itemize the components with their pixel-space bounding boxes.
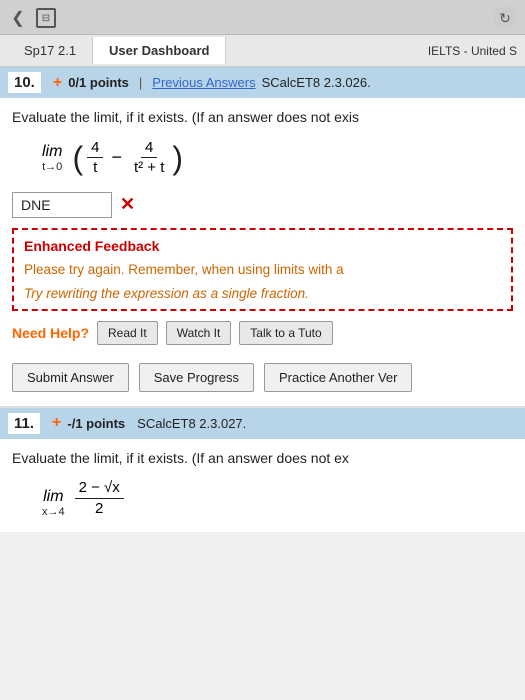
math-expression-11: lim x→4 2 − √x 2 (42, 478, 513, 518)
q11-frac-num: 2 − √x (75, 478, 124, 499)
math-expression-10: lim t→0 ( 4 t − 4 t² + t ) (42, 138, 513, 178)
fraction-1: 4 t (87, 138, 103, 178)
q11-points-info: + -/1 points SCalcET8 2.3.027. (52, 414, 246, 432)
tabs-icon[interactable]: ⊟ (36, 8, 56, 28)
question-11-number: 11. (8, 413, 40, 434)
plus-icon: + (53, 74, 62, 92)
lim-text: lim (42, 143, 62, 161)
q11-lim-notation: lim x→4 (42, 488, 65, 518)
feedback-text: Please try again. Remember, when using l… (24, 260, 501, 280)
tab-dashboard[interactable]: User Dashboard (93, 37, 226, 64)
main-content: 10. + 0/1 points | Previous Answers SCal… (0, 67, 525, 532)
q11-plus-icon: + (52, 414, 61, 432)
q11-frac-den: 2 (91, 499, 107, 519)
q11-points-label: -/1 points (67, 416, 125, 431)
nav-tabs: Sp17 2.1 User Dashboard IELTS - United S (0, 35, 525, 67)
question-10-number: 10. (8, 72, 41, 93)
q11-fraction: 2 − √x 2 (75, 478, 124, 518)
frac2-den: t² + t (130, 158, 168, 178)
talk-to-tutor-button[interactable]: Talk to a Tuto (239, 321, 332, 345)
refresh-icon[interactable]: ↻ (493, 6, 517, 30)
divider: | (139, 75, 142, 90)
feedback-hint: Try rewriting the expression as a single… (24, 286, 501, 301)
browser-chrome: ❮ ⊟ ↻ (0, 0, 525, 35)
submit-answer-button[interactable]: Submit Answer (12, 363, 129, 392)
need-help-label: Need Help? (12, 325, 89, 341)
fraction-2: 4 t² + t (130, 138, 168, 178)
lim-notation: lim t→0 (42, 143, 62, 173)
frac1-den: t (89, 158, 101, 178)
source-ref: SCalcET8 2.3.026. (262, 75, 371, 90)
frac1-num: 4 (87, 138, 103, 159)
question-11-text: Evaluate the limit, if it exists. (If an… (12, 449, 513, 469)
tab-sp17[interactable]: Sp17 2.1 (8, 37, 93, 64)
q11-lim-text: lim (43, 488, 63, 506)
points-label: 0/1 points (68, 75, 129, 90)
question-11-block: 11. + -/1 points SCalcET8 2.3.027. Evalu… (0, 408, 525, 533)
close-paren: ) (172, 142, 183, 174)
action-buttons-row: Submit Answer Save Progress Practice Ano… (12, 359, 513, 396)
minus-sign: − (111, 147, 122, 168)
q11-source-ref: SCalcET8 2.3.027. (137, 416, 246, 431)
feedback-title: Enhanced Feedback (24, 238, 501, 254)
practice-another-button[interactable]: Practice Another Ver (264, 363, 413, 392)
answer-input[interactable] (12, 192, 112, 218)
feedback-box: Enhanced Feedback Please try again. Reme… (12, 228, 513, 311)
answer-row: ✕ (12, 192, 513, 218)
question-11-header: 11. + -/1 points SCalcET8 2.3.027. (0, 408, 525, 439)
question-10-block: 10. + 0/1 points | Previous Answers SCal… (0, 67, 525, 408)
watch-it-button[interactable]: Watch It (166, 321, 232, 345)
question-10-header: 10. + 0/1 points | Previous Answers SCal… (0, 67, 525, 98)
points-info: + 0/1 points | Previous Answers SCalcET8… (53, 74, 371, 92)
tab-ielts[interactable]: IELTS - United S (428, 44, 517, 58)
read-it-button[interactable]: Read It (97, 321, 158, 345)
frac2-num: 4 (141, 138, 157, 159)
lim-subscript: t→0 (42, 161, 62, 173)
back-icon[interactable]: ❮ (8, 8, 28, 28)
question-10-text: Evaluate the limit, if it exists. (If an… (12, 108, 513, 128)
q11-lim-subscript: x→4 (42, 506, 65, 518)
open-paren: ( (72, 142, 83, 174)
need-help-row: Need Help? Read It Watch It Talk to a Tu… (12, 321, 513, 345)
prev-answers-link[interactable]: Previous Answers (152, 75, 255, 90)
save-progress-button[interactable]: Save Progress (139, 363, 254, 392)
wrong-icon: ✕ (120, 194, 135, 215)
